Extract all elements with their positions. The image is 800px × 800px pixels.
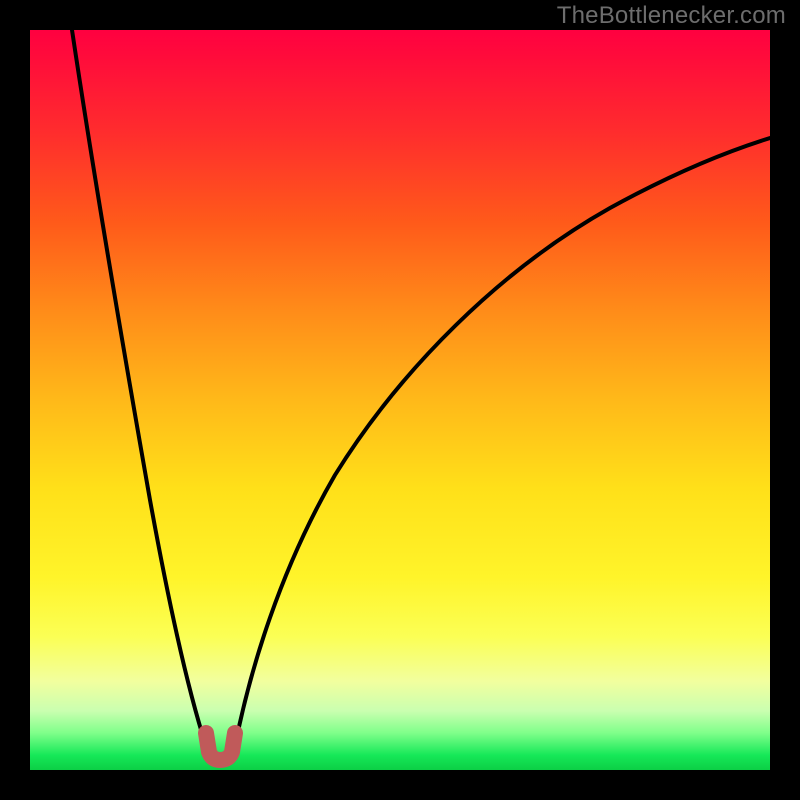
curve-right-branch [235, 138, 770, 746]
curve-svg [30, 30, 770, 770]
curve-left-branch [72, 30, 206, 746]
watermark-text: TheBottlenecker.com [557, 2, 786, 30]
chart-frame: TheBottlenecker.com [0, 0, 800, 800]
minimum-marker [206, 733, 235, 760]
plot-area [30, 30, 770, 770]
